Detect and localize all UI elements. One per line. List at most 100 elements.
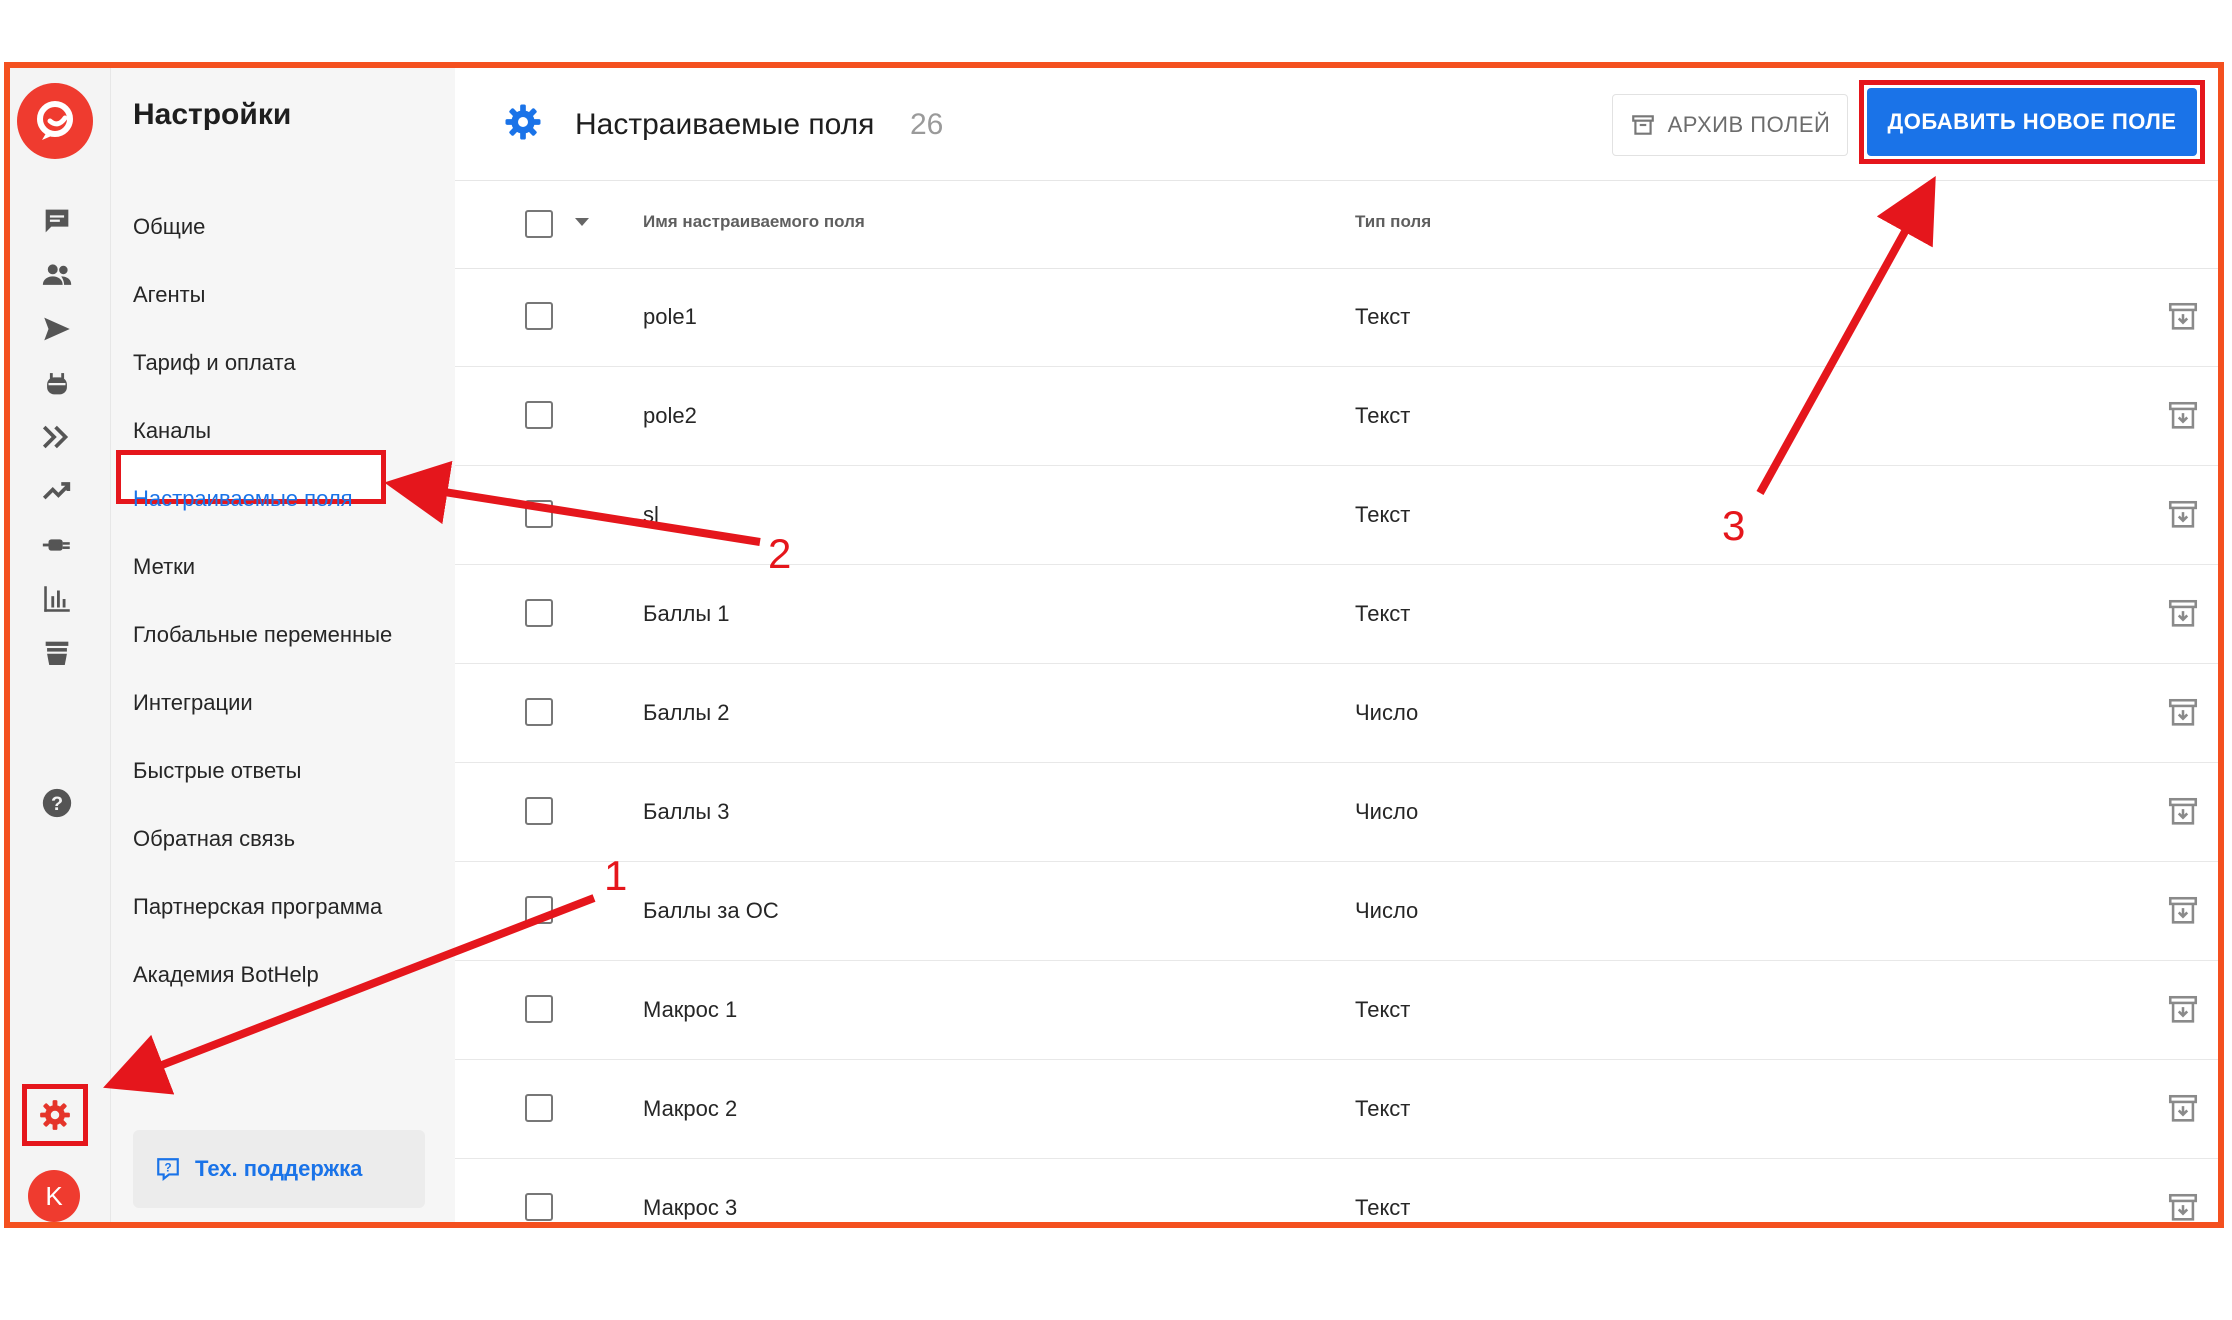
icon-rail: ? K — [10, 68, 111, 1222]
support-chat-icon: ? — [157, 1158, 179, 1182]
archive-fields-label: АРХИВ ПОЛЕЙ — [1667, 112, 1831, 137]
field-type: Текст — [1355, 997, 1411, 1022]
plug-icon[interactable] — [32, 520, 82, 570]
column-header-name: Имя настраиваемого поля — [643, 212, 865, 231]
funnel-icon[interactable] — [32, 412, 82, 462]
table-row[interactable]: Баллы за ОС Число — [455, 862, 2218, 961]
page-title: Настраиваемые поля — [575, 108, 875, 141]
row-checkbox[interactable] — [525, 797, 553, 825]
field-name: sl — [643, 502, 659, 527]
bar-chart-icon[interactable] — [32, 574, 82, 624]
archive-row-icon[interactable] — [2166, 300, 2200, 334]
archive-row-icon[interactable] — [2166, 894, 2200, 928]
field-name: Баллы 1 — [643, 601, 730, 626]
user-avatar[interactable]: K — [28, 1170, 80, 1222]
table-row[interactable]: Баллы 1 Текст — [455, 565, 2218, 664]
field-type: Число — [1355, 700, 1419, 725]
table-row[interactable]: Макрос 2 Текст — [455, 1060, 2218, 1159]
help-icon[interactable]: ? — [32, 778, 82, 828]
nav-item[interactable]: Метки — [133, 554, 195, 580]
field-name: Макрос 3 — [643, 1195, 738, 1220]
field-type: Текст — [1355, 601, 1411, 626]
field-name: Макрос 2 — [643, 1096, 738, 1121]
svg-text:?: ? — [164, 1161, 171, 1175]
archive-row-icon[interactable] — [2166, 597, 2200, 631]
archive-box-icon[interactable] — [32, 628, 82, 678]
select-all-checkbox[interactable] — [525, 210, 553, 238]
app-window: ? K Настройки Общие Агенты Тариф и оплат… — [4, 62, 2224, 1228]
nav-item[interactable]: Глобальные переменные — [133, 622, 392, 648]
archive-row-icon[interactable] — [2166, 1092, 2200, 1126]
annotation-number-2: 2 — [768, 530, 792, 577]
table-row[interactable]: sl Текст — [455, 466, 2218, 565]
field-type: Число — [1355, 898, 1419, 923]
nav-item[interactable]: Партнерская программа — [133, 894, 382, 920]
row-checkbox[interactable] — [525, 1193, 553, 1221]
field-name: pole2 — [643, 403, 697, 428]
row-checkbox[interactable] — [525, 500, 553, 528]
table-row[interactable]: Макрос 1 Текст — [455, 961, 2218, 1060]
chat-icon[interactable] — [32, 196, 82, 246]
field-name: Баллы 2 — [643, 700, 730, 725]
row-checkbox[interactable] — [525, 1094, 553, 1122]
table-row[interactable]: Макрос 3 Текст — [455, 1159, 2218, 1225]
archive-row-icon[interactable] — [2166, 993, 2200, 1027]
users-icon[interactable] — [32, 250, 82, 300]
field-type: Текст — [1355, 1195, 1411, 1220]
archive-row-icon[interactable] — [2166, 795, 2200, 829]
nav-item[interactable]: Агенты — [133, 282, 206, 308]
field-name: pole1 — [643, 304, 697, 329]
annotation-number-3: 3 — [1722, 502, 1746, 549]
select-dropdown-caret-icon[interactable] — [575, 218, 589, 226]
row-checkbox[interactable] — [525, 401, 553, 429]
archive-row-icon[interactable] — [2166, 399, 2200, 433]
row-checkbox[interactable] — [525, 599, 553, 627]
field-type: Текст — [1355, 1096, 1411, 1121]
app-logo[interactable] — [17, 83, 93, 159]
archive-row-icon[interactable] — [2166, 498, 2200, 532]
nav-item[interactable]: Общие — [133, 214, 205, 240]
nav-item[interactable]: Обратная связь — [133, 826, 295, 852]
support-label: Тех. поддержка — [195, 1156, 363, 1181]
add-new-field-button[interactable]: ДОБАВИТЬ НОВОЕ ПОЛЕ — [1867, 88, 2197, 156]
nav-item[interactable]: Быстрые ответы — [133, 758, 301, 784]
nav-item[interactable]: Каналы — [133, 418, 211, 444]
row-checkbox[interactable] — [525, 698, 553, 726]
field-type: Текст — [1355, 304, 1411, 329]
field-type: Текст — [1355, 403, 1411, 428]
fields-count: 26 — [910, 108, 944, 141]
archive-row-icon[interactable] — [2166, 1191, 2200, 1225]
nav-title: Настройки — [133, 98, 292, 131]
row-checkbox[interactable] — [525, 896, 553, 924]
send-icon[interactable] — [32, 304, 82, 354]
row-checkbox[interactable] — [525, 302, 553, 330]
field-name: Макрос 1 — [643, 997, 738, 1022]
table-row[interactable]: Баллы 2 Число — [455, 664, 2218, 763]
bot-icon[interactable] — [32, 358, 82, 408]
svg-text:?: ? — [51, 793, 63, 815]
column-header-type: Тип поля — [1355, 212, 1432, 231]
nav-item[interactable]: Настраиваемые поля — [133, 486, 353, 512]
field-name: Баллы 3 — [643, 799, 730, 824]
trending-icon[interactable] — [32, 466, 82, 516]
chat-logo-icon — [37, 101, 73, 140]
nav-item[interactable]: Академия BotHelp — [133, 962, 319, 988]
field-type: Текст — [1355, 502, 1411, 527]
table-row[interactable]: Баллы 3 Число — [455, 763, 2218, 862]
gear-icon — [505, 104, 541, 140]
archive-fields-button[interactable]: АРХИВ ПОЛЕЙ — [1612, 94, 1848, 156]
settings-gear-icon[interactable] — [30, 1090, 80, 1140]
support-button[interactable]: ? Тех. поддержка — [133, 1130, 425, 1208]
annotation-number-1: 1 — [604, 852, 628, 899]
table-row[interactable]: pole1 Текст — [455, 268, 2218, 367]
nav-item[interactable]: Интеграции — [133, 690, 253, 716]
archive-row-icon[interactable] — [2166, 696, 2200, 730]
page-header: Настраиваемые поля 26 АРХИВ ПОЛЕЙ ДОБАВИ… — [455, 68, 2218, 181]
field-type: Число — [1355, 799, 1419, 824]
table-header: Имя настраиваемого поля Тип поля — [455, 180, 2218, 269]
nav-item[interactable]: Тариф и оплата — [133, 350, 296, 376]
main-content: Настраиваемые поля 26 АРХИВ ПОЛЕЙ ДОБАВИ… — [455, 68, 2218, 1222]
row-checkbox[interactable] — [525, 995, 553, 1023]
archive-icon — [1631, 115, 1654, 135]
table-row[interactable]: pole2 Текст — [455, 367, 2218, 466]
